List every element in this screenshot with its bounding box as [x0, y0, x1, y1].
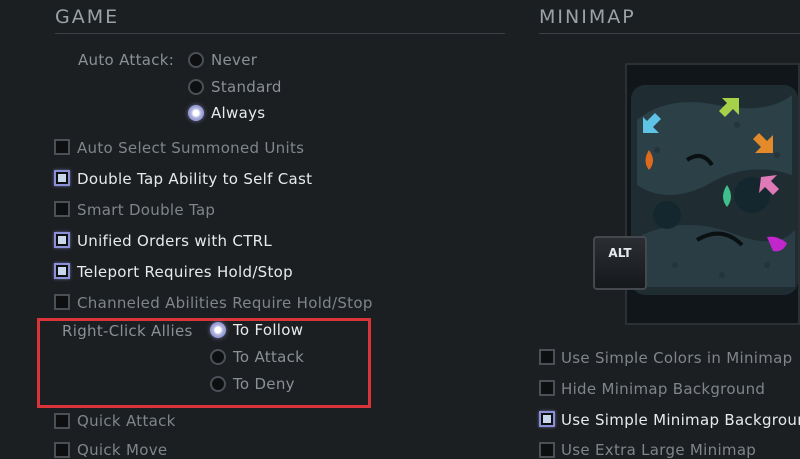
auto-attack-never-label[interactable]: Never [211, 51, 257, 69]
smart-double-tap-label[interactable]: Smart Double Tap [77, 201, 215, 219]
quick-attack-checkbox[interactable] [54, 413, 70, 429]
teleport-hold-stop-checkbox[interactable] [54, 263, 70, 279]
auto-attack-label: Auto Attack: [78, 51, 175, 69]
quick-attack-label[interactable]: Quick Attack [77, 412, 176, 430]
simple-colors-label[interactable]: Use Simple Colors in Minimap [561, 349, 792, 367]
extra-large-minimap-checkbox[interactable] [539, 442, 555, 458]
channeled-hold-stop-checkbox[interactable] [54, 294, 70, 310]
smart-double-tap-checkbox[interactable] [54, 201, 70, 217]
right-click-follow-radio[interactable] [210, 322, 226, 338]
minimap-preview-graphic [627, 65, 798, 323]
auto-select-summoned-label[interactable]: Auto Select Summoned Units [77, 139, 304, 157]
unified-orders-label[interactable]: Unified Orders with CTRL [77, 232, 272, 250]
teleport-hold-stop-label[interactable]: Teleport Requires Hold/Stop [77, 263, 293, 281]
minimap-divider [539, 33, 800, 34]
right-click-attack-label[interactable]: To Attack [233, 348, 304, 366]
auto-attack-always-label[interactable]: Always [211, 104, 265, 122]
right-click-deny-label[interactable]: To Deny [233, 375, 295, 393]
double-tap-self-cast-label[interactable]: Double Tap Ability to Self Cast [77, 170, 312, 188]
alt-key: ALT [593, 236, 647, 290]
quick-move-checkbox[interactable] [54, 442, 70, 458]
auto-attack-standard-radio[interactable] [188, 79, 204, 95]
game-section-title: GAME [55, 6, 120, 28]
simple-minimap-bg-checkbox[interactable] [539, 411, 555, 427]
right-click-follow-label[interactable]: To Follow [233, 321, 303, 339]
simple-colors-checkbox[interactable] [539, 349, 555, 365]
extra-large-minimap-label[interactable]: Use Extra Large Minimap [561, 441, 756, 459]
minimap-preview [625, 63, 800, 325]
game-divider [55, 33, 505, 34]
double-tap-self-cast-checkbox[interactable] [54, 170, 70, 186]
auto-attack-always-radio[interactable] [188, 105, 204, 121]
right-click-attack-radio[interactable] [210, 349, 226, 365]
right-click-allies-label: Right-Click Allies [62, 322, 193, 340]
unified-orders-checkbox[interactable] [54, 232, 70, 248]
quick-move-label[interactable]: Quick Move [77, 441, 167, 459]
right-click-deny-radio[interactable] [210, 376, 226, 392]
channeled-hold-stop-label[interactable]: Channeled Abilities Require Hold/Stop [77, 294, 373, 312]
hide-minimap-bg-checkbox[interactable] [539, 380, 555, 396]
simple-minimap-bg-label[interactable]: Use Simple Minimap Background [561, 411, 800, 429]
hide-minimap-bg-label[interactable]: Hide Minimap Background [561, 380, 765, 398]
minimap-section-title: MINIMAP [539, 6, 636, 28]
auto-select-summoned-checkbox[interactable] [54, 139, 70, 155]
auto-attack-standard-label[interactable]: Standard [211, 78, 282, 96]
auto-attack-never-radio[interactable] [188, 52, 204, 68]
